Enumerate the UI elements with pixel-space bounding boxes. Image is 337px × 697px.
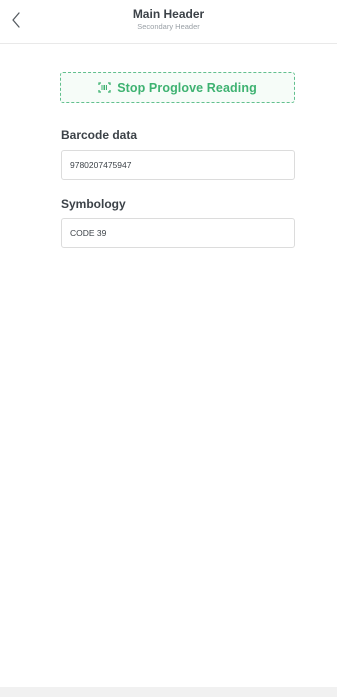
- symbology-label: Symbology: [61, 197, 126, 211]
- screen: Main Header Secondary Header Stop Proglo…: [0, 0, 337, 697]
- stop-proglove-reading-button[interactable]: Stop Proglove Reading: [60, 72, 295, 103]
- page-title: Main Header: [132, 7, 205, 21]
- page-subtitle: Secondary Header: [137, 22, 200, 31]
- header-bar: Main Header Secondary Header: [0, 0, 337, 44]
- symbology-input[interactable]: [61, 218, 295, 248]
- barcode-scan-icon: [98, 82, 111, 93]
- header-titles: Main Header Secondary Header: [0, 7, 337, 33]
- bottom-bar: [0, 687, 337, 697]
- stop-proglove-reading-label: Stop Proglove Reading: [117, 80, 257, 95]
- barcode-data-label: Barcode data: [61, 128, 138, 142]
- barcode-data-input[interactable]: [61, 150, 295, 180]
